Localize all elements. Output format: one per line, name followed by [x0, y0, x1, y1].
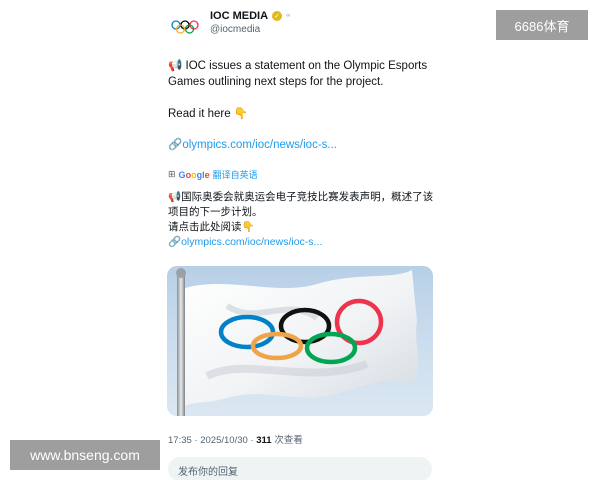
- account-names: IOC MEDIA ✓ ∞ @iocmedia: [210, 10, 290, 35]
- meta-separator: ·: [194, 435, 198, 446]
- translate-label: 翻译自英语: [212, 170, 258, 180]
- translated-body: 📢国际奥委会就奥运会电子竞技比赛发表声明，概述了该项目的下一步计划。 请点击此处…: [168, 190, 434, 250]
- meta-separator-2: ·: [250, 435, 254, 446]
- translation-indicator[interactable]: ⊞ Google 翻译自英语: [168, 168, 258, 181]
- translated-link[interactable]: olympics.com/ioc/news/ioc-s...: [181, 236, 322, 248]
- tweet-header: IOC MEDIA ✓ ∞ @iocmedia: [168, 10, 290, 44]
- tweet-photo[interactable]: [167, 266, 433, 416]
- verified-badge-icon: ✓: [272, 11, 283, 21]
- translate-icon: ⊞: [168, 169, 176, 179]
- views-count: 311: [256, 435, 272, 446]
- tweet-link-row: 🔗olympics.com/ioc/news/ioc-s...: [168, 137, 337, 151]
- tweet-meta: 17:35 · 2025/10/30 · 311 次查看: [168, 432, 303, 446]
- google-logo: Google: [178, 169, 210, 180]
- tweet-line-1: 📢 IOC issues a statement on the Olympic …: [168, 60, 428, 88]
- display-name[interactable]: IOC MEDIA: [210, 10, 268, 22]
- views-label: 次查看: [274, 435, 303, 446]
- tweet-card: IOC MEDIA ✓ ∞ @iocmedia 📢 IOC issues a s…: [160, 0, 438, 480]
- watermark-bottom-left: www.bnseng.com: [10, 440, 160, 470]
- name-row: IOC MEDIA ✓ ∞: [210, 10, 290, 22]
- watermark-top-right: 6686体育: [496, 10, 588, 40]
- affiliate-badge-icon: ∞: [286, 13, 291, 19]
- tweet-link[interactable]: olympics.com/ioc/news/ioc-s...: [182, 139, 337, 151]
- link-icon: 🔗: [168, 139, 183, 151]
- tweet-date[interactable]: 2025/10/30: [200, 435, 248, 446]
- translated-line-1: 📢国际奥委会就奥运会电子竞技比赛发表声明，概述了该项目的下一步计划。: [168, 191, 434, 218]
- tweet-line-2: Read it here 👇: [168, 108, 249, 120]
- avatar[interactable]: [168, 10, 202, 44]
- account-handle[interactable]: @iocmedia: [210, 24, 290, 35]
- olympic-rings-logo-icon: [171, 20, 199, 34]
- translated-link-row: 🔗olympics.com/ioc/news/ioc-s...: [168, 235, 434, 250]
- olympic-flag-image: [176, 268, 419, 416]
- translated-line-2: 请点击此处阅读👇: [168, 221, 255, 233]
- tweet-time[interactable]: 17:35: [168, 435, 192, 446]
- translated-link-icon: 🔗: [168, 236, 182, 248]
- reply-input[interactable]: 发布你的回复: [168, 457, 432, 480]
- tweet-body: 📢 IOC issues a statement on the Olympic …: [168, 58, 434, 122]
